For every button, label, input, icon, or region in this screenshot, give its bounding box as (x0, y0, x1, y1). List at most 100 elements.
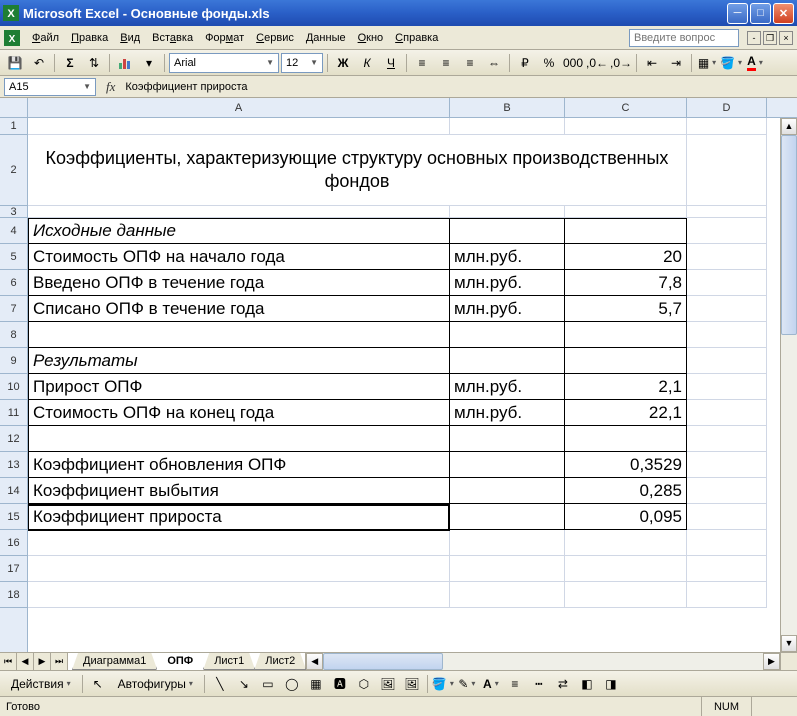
horizontal-scrollbar[interactable]: ◀ ▶ (305, 653, 780, 670)
cell-B7[interactable]: млн.руб. (450, 296, 565, 322)
wordart-button[interactable]: 🅰 (329, 673, 351, 695)
scroll-up-button[interactable]: ▲ (781, 118, 797, 135)
row-header-11[interactable]: 11 (0, 400, 27, 426)
menu-help[interactable]: Справка (389, 30, 444, 46)
borders-button[interactable]: ▦▾ (696, 52, 718, 74)
row-header-9[interactable]: 9 (0, 348, 27, 374)
workbook-close-button[interactable]: × (779, 31, 793, 45)
col-header-D[interactable]: D (687, 98, 767, 117)
cell-A11[interactable]: Стоимость ОПФ на конец года (28, 400, 450, 426)
scroll-left-button[interactable]: ◀ (306, 653, 323, 670)
cell-C13[interactable]: 0,3529 (565, 452, 687, 478)
row-header-12[interactable]: 12 (0, 426, 27, 452)
cell-B10[interactable]: млн.руб. (450, 374, 565, 400)
menu-insert[interactable]: Вставка (146, 30, 199, 46)
sheet-tab-list2[interactable]: Лист2 (254, 653, 306, 670)
row-header-15[interactable]: 15 (0, 504, 27, 530)
tab-nav-prev[interactable]: ◀ (17, 653, 34, 670)
actions-menu-button[interactable]: Действия▾ (4, 673, 78, 695)
menu-view[interactable]: Вид (114, 30, 146, 46)
col-header-B[interactable]: B (450, 98, 565, 117)
col-header-C[interactable]: C (565, 98, 687, 117)
chart-button[interactable] (114, 52, 136, 74)
window-close-button[interactable]: ✕ (773, 3, 794, 24)
menu-edit[interactable]: Правка (65, 30, 114, 46)
cell-A6[interactable]: Введено ОПФ в течение года (28, 270, 450, 296)
align-left-button[interactable]: ≡ (411, 52, 433, 74)
name-box[interactable]: A15▼ (4, 78, 96, 96)
cell-A14[interactable]: Коэффициент выбытия (28, 478, 450, 504)
window-minimize-button[interactable]: ─ (727, 3, 748, 24)
italic-button[interactable]: К (356, 52, 378, 74)
merge-center-button[interactable]: ⇔ (483, 52, 505, 74)
autoshapes-button[interactable]: Автофигуры▾ (111, 673, 200, 695)
3d-button[interactable]: ◨ (600, 673, 622, 695)
cell-A15[interactable]: Коэффициент прироста (28, 504, 450, 530)
menu-service[interactable]: Сервис (250, 30, 300, 46)
menu-data[interactable]: Данные (300, 30, 352, 46)
rectangle-button[interactable]: ▭ (257, 673, 279, 695)
dash-style-button[interactable]: ┅ (528, 673, 550, 695)
hscroll-thumb[interactable] (323, 653, 443, 670)
row-header-5[interactable]: 5 (0, 244, 27, 270)
picture-button[interactable]: 🖼 (401, 673, 423, 695)
menu-format[interactable]: Формат (199, 30, 250, 46)
cell-C6[interactable]: 7,8 (565, 270, 687, 296)
tab-nav-next[interactable]: ▶ (34, 653, 51, 670)
select-objects-button[interactable]: ↖ (87, 673, 109, 695)
arrow-style-button[interactable]: ⇄ (552, 673, 574, 695)
font-color-draw-button[interactable]: A▾ (480, 673, 502, 695)
cell-C10[interactable]: 2,1 (565, 374, 687, 400)
comma-button[interactable]: 000 (562, 52, 584, 74)
scroll-right-button[interactable]: ▶ (763, 653, 780, 670)
autosum-button[interactable]: Σ (59, 52, 81, 74)
vscroll-thumb[interactable] (781, 135, 797, 335)
workbook-minimize-button[interactable]: - (747, 31, 761, 45)
cell-A10[interactable]: Прирост ОПФ (28, 374, 450, 400)
menu-file[interactable]: Файл (26, 30, 65, 46)
cell-C11[interactable]: 22,1 (565, 400, 687, 426)
underline-button[interactable]: Ч (380, 52, 402, 74)
sheet-tab-list1[interactable]: Лист1 (203, 653, 255, 670)
diagram-button[interactable]: ⬡ (353, 673, 375, 695)
row-header-7[interactable]: 7 (0, 296, 27, 322)
row-header-18[interactable]: 18 (0, 582, 27, 608)
increase-indent-button[interactable]: ⇥ (665, 52, 687, 74)
fill-color-draw-button[interactable]: 🪣▾ (432, 673, 454, 695)
fill-color-button[interactable]: 🪣▾ (720, 52, 742, 74)
undo-button[interactable]: ↶ (28, 52, 50, 74)
row-header-4[interactable]: 4 (0, 218, 27, 244)
cell-A7[interactable]: Списано ОПФ в течение года (28, 296, 450, 322)
cell-B5[interactable]: млн.руб. (450, 244, 565, 270)
row-header-1[interactable]: 1 (0, 118, 27, 135)
formula-input[interactable]: Коэффициент прироста (121, 81, 797, 93)
menu-window[interactable]: Окно (352, 30, 390, 46)
col-header-A[interactable]: A (28, 98, 450, 117)
cell-C15[interactable]: 0,095 (565, 504, 687, 530)
cell-A13[interactable]: Коэффициент обновления ОПФ (28, 452, 450, 478)
font-name-combo[interactable]: Arial▼ (169, 53, 279, 73)
cell-A5[interactable]: Стоимость ОПФ на начало года (28, 244, 450, 270)
tab-nav-last[interactable]: ⏭ (51, 653, 68, 670)
fx-icon[interactable]: fx (100, 79, 121, 95)
decrease-decimal-button[interactable]: ,0→ (610, 52, 632, 74)
align-center-button[interactable]: ≡ (435, 52, 457, 74)
row-header-10[interactable]: 10 (0, 374, 27, 400)
row-header-3[interactable]: 3 (0, 206, 27, 218)
select-all-corner[interactable] (0, 98, 28, 118)
cell-C7[interactable]: 5,7 (565, 296, 687, 322)
cell-C5[interactable]: 20 (565, 244, 687, 270)
vertical-scrollbar[interactable]: ▲ ▼ (780, 118, 797, 652)
sheet-tab-opf[interactable]: ОПФ (156, 653, 204, 670)
row-header-17[interactable]: 17 (0, 556, 27, 582)
line-color-button[interactable]: ✎▾ (456, 673, 478, 695)
row-header-14[interactable]: 14 (0, 478, 27, 504)
font-size-combo[interactable]: 12▼ (281, 53, 323, 73)
arrow-button[interactable]: ↘ (233, 673, 255, 695)
workbook-restore-button[interactable]: ❐ (763, 31, 777, 45)
percent-button[interactable]: % (538, 52, 560, 74)
grid-body[interactable]: Коэффициенты, характеризующие структуру … (28, 118, 780, 652)
row-header-8[interactable]: 8 (0, 322, 27, 348)
shadow-button[interactable]: ◧ (576, 673, 598, 695)
increase-decimal-button[interactable]: ,0← (586, 52, 608, 74)
